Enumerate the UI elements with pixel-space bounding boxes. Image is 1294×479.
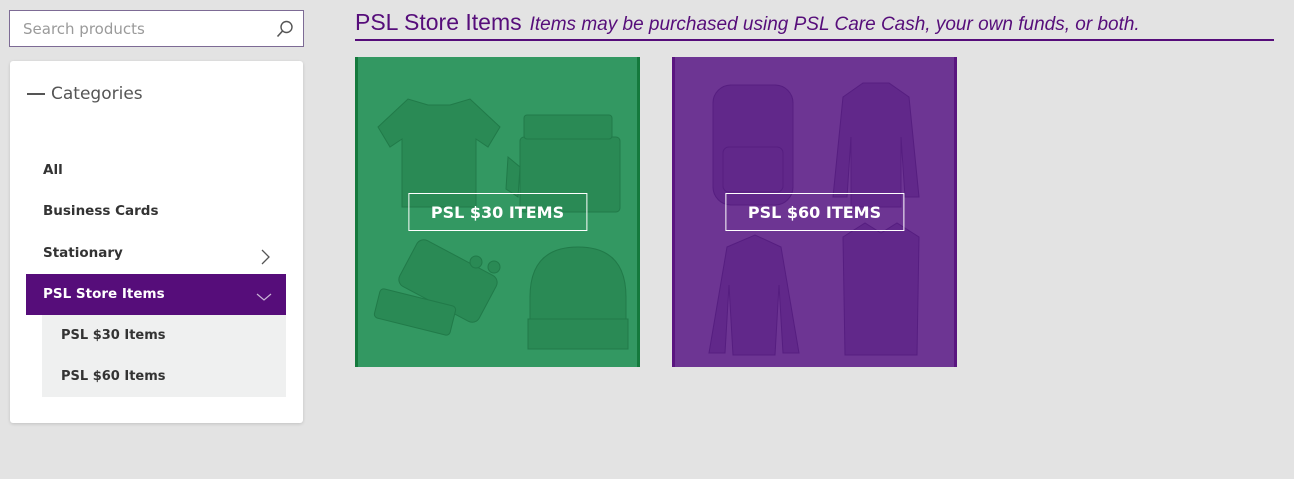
chevron-right-icon[interactable] <box>260 248 272 266</box>
category-label: Business Cards <box>43 203 159 220</box>
category-label: All <box>43 161 63 178</box>
tile-psl-60-items[interactable]: PSL $60 ITEMS <box>672 57 957 367</box>
subcategory-label: PSL $30 Items <box>61 328 166 343</box>
search-icon[interactable] <box>267 11 303 46</box>
category-label: PSL Store Items <box>43 286 165 303</box>
categories-toggle[interactable]: Categories <box>27 84 143 104</box>
tile-psl-30-items[interactable]: PSL $30 ITEMS <box>355 57 640 367</box>
category-list: All Business Cards Stationary PSL Store … <box>26 149 286 397</box>
category-sidebar: Categories All Business Cards Stationary… <box>10 61 303 423</box>
category-label: Stationary <box>43 244 123 261</box>
subcategory-item-psl-60[interactable]: PSL $60 Items <box>42 356 286 397</box>
category-item-all[interactable]: All <box>26 149 286 191</box>
tile-label[interactable]: PSL $60 ITEMS <box>724 193 905 231</box>
category-item-stationary[interactable]: Stationary <box>26 232 286 274</box>
category-item-psl-store-items[interactable]: PSL Store Items <box>26 273 286 315</box>
page-header: PSL Store Items Items may be purchased u… <box>355 9 1274 41</box>
subcategory-item-psl-30[interactable]: PSL $30 Items <box>42 315 286 356</box>
page-title: PSL Store Items <box>355 9 522 35</box>
categories-heading: Categories <box>51 84 143 104</box>
chevron-down-icon[interactable] <box>256 292 272 302</box>
search-box[interactable] <box>9 10 304 47</box>
subcategory-list: PSL $30 Items PSL $60 Items <box>42 315 286 397</box>
tile-label[interactable]: PSL $30 ITEMS <box>407 193 588 231</box>
subcategory-label: PSL $60 Items <box>61 369 166 384</box>
category-item-business-cards[interactable]: Business Cards <box>26 191 286 233</box>
search-input[interactable] <box>10 11 267 46</box>
collapse-icon <box>27 93 45 95</box>
page-subtitle: Items may be purchased using PSL Care Ca… <box>529 14 1140 35</box>
